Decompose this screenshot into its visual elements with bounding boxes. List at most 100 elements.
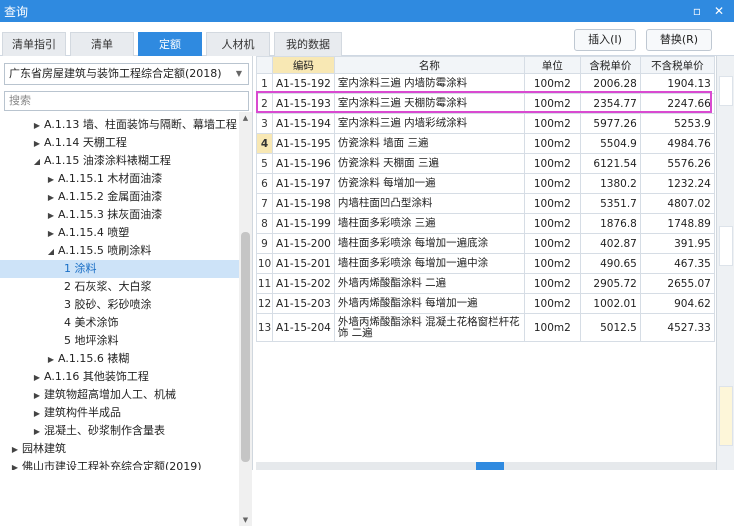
row-index: 2 <box>256 93 273 114</box>
header-unit[interactable]: 单位 <box>523 56 581 74</box>
category-tree: ▶ A.1.13 墙、柱面装饰与隔断、幕墙工程 ▶ A.1.14 天棚工程 ◢ A.1.1… <box>0 116 240 470</box>
table-row[interactable]: 8 A1-15-199 墙柱面多彩喷涂 三遍 100m2 1876.8 1748.89 <box>256 213 715 234</box>
tree-node-label: 园林建筑 <box>22 442 66 455</box>
tree-node[interactable]: ▶ A.1.15.2 金属面油漆 <box>0 188 240 206</box>
cell-name: 外墙丙烯酸酯涂料 每增加一遍 <box>333 293 525 314</box>
cell-tax-price: 2006.28 <box>579 73 641 94</box>
cell-code: A1-15-196 <box>272 153 335 174</box>
collapsed-triangle-icon[interactable]: ▶ <box>8 441 22 459</box>
tab-quota[interactable]: 定额 <box>138 32 202 56</box>
collapsed-triangle-icon[interactable]: ▶ <box>30 405 44 423</box>
quota-table: 编码 名称 单位 含税单价 不含税单价 1 A1-15-192 室内涂料三遍 内墙防… <box>256 56 715 342</box>
tree-node-label: 1 涂料 <box>64 262 97 275</box>
table-row[interactable]: 3 A1-15-194 室内涂料三遍 内墙彩绒涂料 100m2 5977.26 5253.… <box>256 113 715 134</box>
tree-node[interactable]: ▶ A.1.15.4 喷塑 <box>0 224 240 242</box>
collapsed-triangle-icon[interactable]: ▶ <box>44 225 58 243</box>
header-name[interactable]: 名称 <box>333 56 525 74</box>
tab-materials[interactable]: 人材机 <box>206 32 270 56</box>
scrollbar-thumb[interactable] <box>241 232 250 462</box>
tab-bill-guide[interactable]: 清单指引 <box>2 32 66 56</box>
tree-node[interactable]: ▶ A.1.15.1 木材面油漆 <box>0 170 240 188</box>
tree-node[interactable]: ▶ A.1.15.3 抹灰面油漆 <box>0 206 240 224</box>
cell-name: 室内涂料三遍 内墙彩绒涂料 <box>333 113 525 134</box>
table-row[interactable]: 12 A1-15-203 外墙丙烯酸酯涂料 每增加一遍 100m2 1002.01 904… <box>256 293 715 314</box>
collapsed-triangle-icon[interactable]: ▶ <box>44 207 58 225</box>
splitter-bar[interactable] <box>256 462 716 470</box>
tree-node[interactable]: ▶ A.1.14 天棚工程 <box>0 134 240 152</box>
cell-tax-price: 5351.7 <box>579 193 641 214</box>
table-row[interactable]: 6 A1-15-197 仿瓷涂料 每增加一遍 100m2 1380.2 1232.24 <box>256 173 715 194</box>
cell-unit: 100m2 <box>523 73 581 94</box>
cell-name: 室内涂料三遍 内墙防霉涂料 <box>333 73 525 94</box>
collapsed-triangle-icon[interactable]: ▶ <box>30 135 44 153</box>
expanded-triangle-icon[interactable]: ◢ <box>44 243 58 261</box>
tree-node-label: A.1.15.3 抹灰面油漆 <box>58 208 163 221</box>
splitter-knob[interactable] <box>476 462 504 470</box>
table-row[interactable]: 7 A1-15-198 内墙柱面凹凸型涂料 100m2 5351.7 4807.02 <box>256 193 715 214</box>
quota-library-value: 广东省房屋建筑与装饰工程综合定额(2018) <box>9 67 222 80</box>
row-index: 10 <box>256 253 273 274</box>
tree-node[interactable]: 3 胶砂、彩砂喷涂 <box>0 296 240 314</box>
cell-code: A1-15-201 <box>272 253 335 274</box>
header-tax-price[interactable]: 含税单价 <box>579 56 641 74</box>
tree-scrollbar[interactable]: ▲ ▼ <box>239 112 252 526</box>
cell-notax-price: 1748.89 <box>639 213 715 234</box>
cell-code: A1-15-202 <box>272 273 335 294</box>
insert-button[interactable]: 插入(I) <box>574 29 636 51</box>
table-row[interactable]: 1 A1-15-192 室内涂料三遍 内墙防霉涂料 100m2 2006.28 1904.… <box>256 73 715 94</box>
table-row[interactable]: 4 A1-15-195 仿瓷涂料 墙面 三遍 100m2 5504.9 4984.76 <box>256 133 715 154</box>
header-notax-price[interactable]: 不含税单价 <box>639 56 715 74</box>
cell-code: A1-15-198 <box>272 193 335 214</box>
collapsed-triangle-icon[interactable]: ▶ <box>30 369 44 387</box>
collapsed-triangle-icon[interactable]: ▶ <box>44 189 58 207</box>
tree-node[interactable]: 4 美术涂饰 <box>0 314 240 332</box>
cell-name: 墙柱面多彩喷涂 每增加一遍底涂 <box>333 233 525 254</box>
tree-node[interactable]: ◢ A.1.15.5 喷刷涂料 <box>0 242 240 260</box>
tree-node[interactable]: 5 地坪涂料 <box>0 332 240 350</box>
collapsed-triangle-icon[interactable]: ▶ <box>44 171 58 189</box>
tab-my-data[interactable]: 我的数据 <box>274 32 342 56</box>
cell-notax-price: 391.95 <box>639 233 715 254</box>
tree-node[interactable]: 1 涂料 <box>0 260 240 278</box>
collapsed-triangle-icon[interactable]: ▶ <box>44 351 58 369</box>
table-row[interactable]: 5 A1-15-196 仿瓷涂料 天棚面 三遍 100m2 6121.54 5576.26 <box>256 153 715 174</box>
scroll-up-icon[interactable]: ▲ <box>239 112 252 124</box>
tree-node[interactable]: ▶ 建筑构件半成品 <box>0 404 240 422</box>
cell-notax-price: 5253.9 <box>639 113 715 134</box>
tree-node[interactable]: ▶ 佛山市建设工程补充综合定额(2019) <box>0 458 240 470</box>
tree-node[interactable]: 2 石灰浆、大白浆 <box>0 278 240 296</box>
collapsed-triangle-icon[interactable]: ▶ <box>30 387 44 405</box>
collapsed-triangle-icon[interactable]: ▶ <box>30 423 44 441</box>
minimize-icon[interactable]: ▫ <box>688 2 706 20</box>
collapsed-triangle-icon[interactable]: ▶ <box>8 459 22 470</box>
table-row[interactable]: 10 A1-15-201 墙柱面多彩喷涂 每增加一遍中涂 100m2 490.65 467… <box>256 253 715 274</box>
tree-node[interactable]: ▶ A.1.13 墙、柱面装饰与隔断、幕墙工程 <box>0 116 240 134</box>
cell-unit: 100m2 <box>523 133 581 154</box>
tree-node-label: 佛山市建设工程补充综合定额(2019) <box>22 460 202 470</box>
tab-bill[interactable]: 清单 <box>70 32 134 56</box>
cell-notax-price: 2655.07 <box>639 273 715 294</box>
tree-node[interactable]: ▶ 建筑物超高增加人工、机械 <box>0 386 240 404</box>
table-row[interactable]: 2 A1-15-193 室内涂料三遍 天棚防霉涂料 100m2 2354.77 2247.… <box>256 93 715 114</box>
quota-library-select[interactable]: 广东省房屋建筑与装饰工程综合定额(2018) ▼ <box>4 63 249 85</box>
scroll-down-icon[interactable]: ▼ <box>239 514 252 526</box>
tree-node[interactable]: ◢ A.1.15 油漆涂料裱糊工程 <box>0 152 240 170</box>
tree-node[interactable]: ▶ A.1.15.6 裱糊 <box>0 350 240 368</box>
row-index: 12 <box>256 293 273 314</box>
search-input[interactable]: 搜索 <box>4 91 249 111</box>
tree-node[interactable]: ▶ 园林建筑 <box>0 440 240 458</box>
collapsed-triangle-icon[interactable]: ▶ <box>30 117 44 135</box>
tree-node[interactable]: ▶ 混凝土、砂浆制作含量表 <box>0 422 240 440</box>
tree-node-label: A.1.14 天棚工程 <box>44 136 127 149</box>
replace-button[interactable]: 替换(R) <box>646 29 712 51</box>
tree-node[interactable]: ▶ A.1.16 其他装饰工程 <box>0 368 240 386</box>
header-code[interactable]: 编码 <box>272 56 335 74</box>
tree-node-label: 3 胶砂、彩砂喷涂 <box>64 298 152 311</box>
table-row[interactable]: 13 A1-15-204 外墙丙烯酸酯涂料 混凝土花格窗栏杆花饰 二遍 100m2 50… <box>256 313 715 342</box>
cell-unit: 100m2 <box>523 93 581 114</box>
cell-code: A1-15-199 <box>272 213 335 234</box>
table-row[interactable]: 11 A1-15-202 外墙丙烯酸酯涂料 二遍 100m2 2905.72 2655.0… <box>256 273 715 294</box>
table-row[interactable]: 9 A1-15-200 墙柱面多彩喷涂 每增加一遍底涂 100m2 402.87 391.… <box>256 233 715 254</box>
close-icon[interactable]: ✕ <box>710 2 728 20</box>
expanded-triangle-icon[interactable]: ◢ <box>30 153 44 171</box>
